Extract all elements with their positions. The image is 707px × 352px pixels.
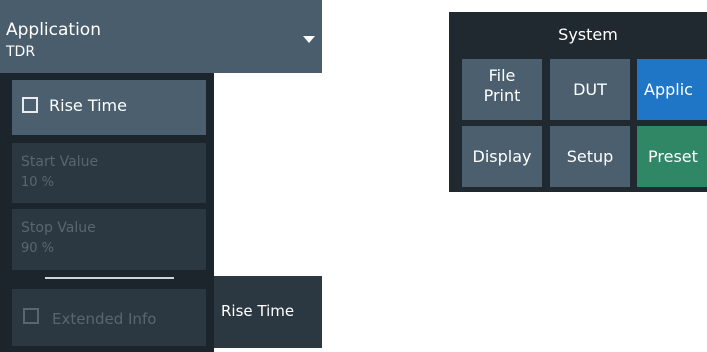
setup-button[interactable]: Setup xyxy=(550,126,630,187)
dut-label: DUT xyxy=(573,80,607,99)
extended-info-checkbox xyxy=(23,308,39,324)
file-print-label-line1: File xyxy=(488,66,516,85)
tab-rise-time[interactable]: Rise Time xyxy=(214,276,322,348)
tab-rise-time-label: Rise Time xyxy=(221,302,295,320)
rise-time-checkbox-button[interactable]: Rise Time xyxy=(12,80,206,135)
start-value-value: 10 % xyxy=(21,175,55,190)
applic-label: Applic xyxy=(644,80,693,99)
extended-info-label: Extended Info xyxy=(52,310,157,328)
file-print-label-line2: Print xyxy=(483,86,521,105)
preset-button[interactable]: Preset xyxy=(637,126,707,187)
system-softkey-panel: System File Print DUT Applic Display Set… xyxy=(449,12,707,192)
panel-divider xyxy=(45,277,174,279)
extended-info-checkbox-button: Extended Info xyxy=(12,289,206,346)
stop-value-value: 90 % xyxy=(21,241,55,256)
start-value-label: Start Value xyxy=(21,154,99,170)
display-label: Display xyxy=(472,147,532,166)
rise-time-label: Rise Time xyxy=(49,96,127,115)
setup-label: Setup xyxy=(566,147,614,166)
application-dropdown[interactable]: Application TDR xyxy=(0,0,322,73)
start-value-field: Start Value 10 % xyxy=(12,143,206,203)
system-title: System xyxy=(558,25,618,44)
rise-time-checkbox[interactable] xyxy=(22,97,38,113)
applic-button[interactable]: Applic xyxy=(637,59,707,120)
preset-label: Preset xyxy=(648,147,698,166)
application-title: Application xyxy=(6,20,101,40)
rise-time-panel: Rise Time Start Value 10 % Stop Value 90… xyxy=(0,73,214,352)
file-print-button[interactable]: File Print xyxy=(462,59,542,120)
chevron-down-icon[interactable] xyxy=(303,36,315,43)
display-button[interactable]: Display xyxy=(462,126,542,187)
application-value: TDR xyxy=(6,44,36,60)
stop-value-label: Stop Value xyxy=(21,220,96,236)
dut-button[interactable]: DUT xyxy=(550,59,630,120)
stop-value-field: Stop Value 90 % xyxy=(12,209,206,270)
